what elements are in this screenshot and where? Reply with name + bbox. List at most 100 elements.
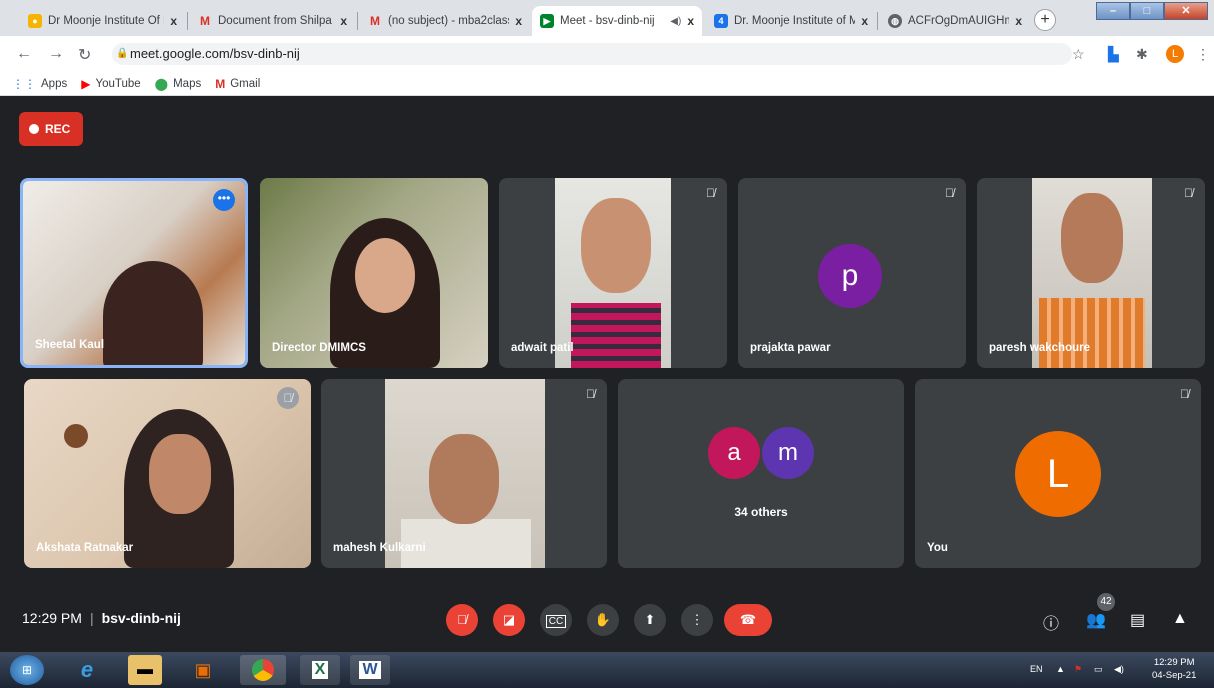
participant-shirt — [571, 303, 661, 368]
windows-taskbar: ⊞ e ▬ ▣ X W EN ▲ ⚑ ▭ ◀) — [0, 652, 1214, 688]
muted-mic-icon: 🎙̸ — [277, 387, 299, 409]
present-button[interactable]: ⬆ — [634, 604, 666, 636]
profile-avatar[interactable]: L — [1166, 45, 1184, 63]
window-close-button[interactable]: ✕ — [1164, 2, 1208, 20]
tab-moonje-institute[interactable]: ● Dr Moonje Institute Of M x — [20, 6, 185, 36]
bookmark-apps[interactable]: ⋮⋮ Apps — [12, 77, 67, 91]
participant-name: adwait patil — [511, 342, 574, 354]
tab-title: (no subject) - mba2class — [388, 15, 510, 27]
close-icon[interactable]: x — [1015, 14, 1022, 28]
participant-tile-prajakta-pawar[interactable]: p 🎙̸ prajakta pawar — [738, 178, 966, 368]
hand-icon: ✋ — [594, 612, 612, 627]
taskbar-chrome[interactable] — [240, 655, 286, 685]
more-options-icon[interactable]: ••• — [213, 189, 235, 211]
taskbar-ie[interactable]: e — [70, 655, 104, 685]
more-options-button[interactable]: ⋮ — [681, 604, 713, 636]
language-indicator[interactable]: EN — [1030, 664, 1043, 674]
minimize-button[interactable]: – — [1096, 2, 1130, 20]
record-dot-icon — [29, 124, 39, 134]
close-icon[interactable]: x — [340, 14, 347, 28]
participant-name: paresh wakchoure — [989, 342, 1090, 354]
participant-tile-director-dmimcs[interactable]: Director DMIMCS — [260, 178, 488, 368]
participant-avatar: a — [708, 427, 760, 479]
meeting-details-button[interactable]: ⓘ — [1043, 610, 1059, 634]
chat-button[interactable]: ▤ — [1130, 610, 1145, 630]
participant-name: Akshata Ratnakar — [36, 542, 134, 554]
bookmark-gmail[interactable]: M Gmail — [215, 77, 260, 91]
gmail-icon: M — [215, 76, 226, 91]
tab-divider — [877, 12, 878, 30]
leave-call-button[interactable]: ☎ — [724, 604, 772, 636]
taskbar-excel[interactable]: X — [300, 655, 340, 685]
close-icon[interactable]: x — [515, 14, 522, 28]
muted-mic-icon: 🎙̸ — [586, 387, 595, 401]
bookmark-maps[interactable]: ⬤ Maps — [155, 77, 202, 91]
tab-acfrog[interactable]: ◍ ACFrOgDmAUIGHm1i1c x — [880, 6, 1030, 36]
rec-label: REC — [45, 122, 71, 136]
meet-icon: ▶ — [540, 14, 554, 28]
present-screen-icon: ⬆ — [644, 612, 656, 627]
close-icon[interactable]: x — [687, 14, 694, 28]
extension-icon[interactable]: ▙ — [1108, 46, 1119, 63]
tab-no-subject[interactable]: M (no subject) - mba2class x — [360, 6, 530, 36]
new-tab-button[interactable]: + — [1034, 9, 1056, 31]
tab-strip: ● Dr Moonje Institute Of M x M Document … — [0, 0, 1214, 36]
audio-playing-icon[interactable]: ◀) — [670, 16, 681, 27]
tab-document-from-shilpa[interactable]: M Document from Shilpa M x — [190, 6, 355, 36]
participant-avatar: p — [818, 244, 882, 308]
volume-icon[interactable]: ◀) — [1114, 664, 1124, 675]
back-arrow-icon[interactable]: ← — [16, 45, 32, 63]
menu-kebab-icon[interactable]: ⋮ — [1196, 46, 1210, 63]
bookmark-star-icon[interactable]: ☆ — [1072, 46, 1085, 63]
forward-arrow-icon[interactable]: → — [48, 45, 64, 63]
maximize-button[interactable]: □ — [1130, 2, 1164, 20]
close-icon[interactable]: x — [170, 14, 177, 28]
participant-tile-you[interactable]: L 🎙̸ You — [915, 379, 1201, 568]
participant-tile-others[interactable]: a m 34 others — [618, 379, 904, 568]
word-icon: W — [359, 661, 381, 679]
captions-icon: CC — [545, 615, 567, 628]
gmail-icon: M — [370, 14, 380, 28]
meeting-info: 12:29 PM | bsv-dinb-nij — [22, 610, 181, 626]
participant-tile-akshata-ratnakar[interactable]: 🎙̸ Akshata Ratnakar — [24, 379, 311, 568]
participant-tile-sheetal-kaul[interactable]: ••• Sheetal Kaul — [20, 178, 248, 368]
reload-icon[interactable]: ↻ — [78, 45, 91, 65]
people-button[interactable]: 👥 — [1086, 610, 1106, 630]
puzzle-extensions-icon[interactable]: ✱ — [1136, 46, 1148, 63]
participant-tile-paresh-wakchoure[interactable]: 🎙̸ paresh wakchoure — [977, 178, 1205, 368]
address-bar[interactable]: 🔒 meet.google.com/bsv-dinb-nij — [112, 43, 1072, 65]
people-icon: 👥 — [1086, 612, 1106, 629]
close-icon[interactable]: x — [861, 14, 868, 28]
raise-hand-button[interactable]: ✋ — [587, 604, 619, 636]
participant-tile-adwait-patil[interactable]: 🎙̸ adwait patil — [499, 178, 727, 368]
tab-moonje-calendar[interactable]: 4 Dr. Moonje Institute of M x — [706, 6, 876, 36]
moonje-favicon-icon: ● — [28, 14, 42, 28]
show-hidden-icons-icon[interactable]: ▲ — [1056, 664, 1065, 674]
participant-face — [149, 434, 211, 514]
taskbar-explorer[interactable]: ▬ — [128, 655, 162, 685]
globe-icon: ◍ — [888, 14, 902, 28]
taskbar-word[interactable]: W — [350, 655, 390, 685]
participant-name: mahesh Kulkarni — [333, 542, 426, 554]
mic-toggle-button[interactable]: 🎙̸ — [446, 604, 478, 636]
participant-face — [581, 198, 651, 293]
tab-meet[interactable]: ▶ Meet - bsv-dinb-nij ◀) x — [532, 6, 702, 36]
tab-divider — [187, 12, 188, 30]
windows-logo-icon: ⊞ — [21, 663, 33, 677]
participant-tile-mahesh-kulkarni[interactable]: 🎙̸ mahesh Kulkarni — [321, 379, 607, 568]
network-icon[interactable]: ▭ — [1094, 664, 1103, 675]
participant-face — [1061, 193, 1123, 283]
action-center-flag-icon[interactable]: ⚑ — [1074, 664, 1082, 675]
activities-button[interactable]: ▲ — [1172, 610, 1188, 628]
bookmark-youtube[interactable]: ▶ YouTube — [81, 77, 140, 91]
calendar-icon: 4 — [714, 14, 728, 28]
camera-toggle-button[interactable]: ◪ — [493, 604, 525, 636]
taskbar-media[interactable]: ▣ — [186, 655, 220, 685]
muted-mic-icon: 🎙̸ — [945, 186, 954, 200]
start-button[interactable]: ⊞ — [10, 655, 44, 685]
system-clock[interactable]: 12:29 PM 04-Sep-21 — [1152, 656, 1196, 682]
browser-toolbar: ← → ↻ 🔒 meet.google.com/bsv-dinb-nij ☆ ▙… — [0, 36, 1214, 72]
captions-button[interactable]: CC — [540, 604, 572, 636]
youtube-icon: ▶ — [81, 76, 91, 91]
clock-time: 12:29 PM — [1153, 657, 1195, 668]
